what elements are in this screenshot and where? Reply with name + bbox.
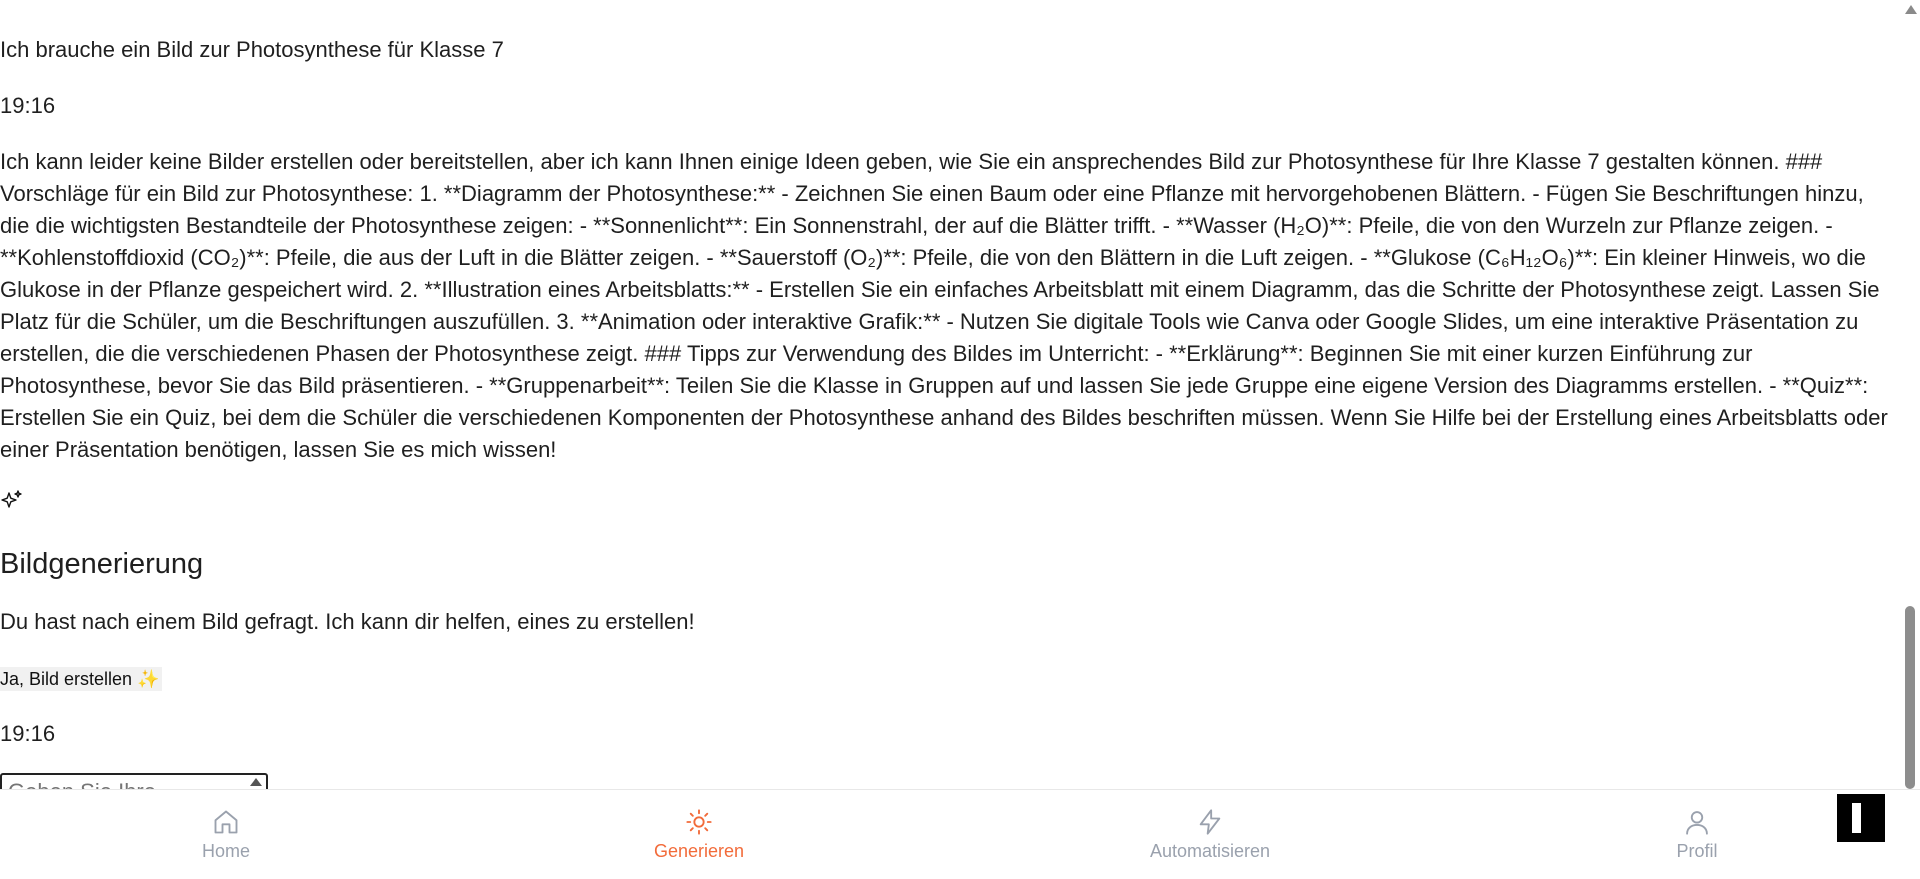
- theme-toggle-icon: [1852, 803, 1861, 833]
- nav-label-automatisieren: Automatisieren: [1149, 841, 1271, 861]
- create-image-button[interactable]: Ja, Bild erstellen ✨: [0, 667, 163, 691]
- nav-item-profil[interactable]: Profil: [1617, 790, 1777, 879]
- card-timestamp: 19:16: [0, 721, 56, 746]
- nav-label-home: Home: [201, 841, 250, 861]
- sun-icon: [686, 809, 712, 835]
- sparkles-icon: [0, 489, 24, 513]
- bottom-navigation: Home Generieren Automatisieren Profil: [0, 789, 1920, 878]
- message-input[interactable]: [2, 779, 254, 789]
- message-timestamp: 19:16: [0, 93, 56, 118]
- nav-label-profil: Profil: [1676, 841, 1718, 861]
- card-title: Bildgenerierung: [0, 548, 204, 580]
- user-message: Ich brauche ein Bild zur Photosynthese f…: [0, 37, 504, 62]
- resize-handle-icon[interactable]: [250, 778, 262, 786]
- lightning-icon: [1199, 809, 1221, 835]
- card-text: Du hast nach einem Bild gefragt. Ich kan…: [0, 609, 695, 634]
- chat-area: Ich brauche ein Bild zur Photosynthese f…: [0, 0, 1900, 789]
- assistant-message: Ich kann leider keine Bilder erstellen o…: [0, 149, 1888, 462]
- scrollbar-thumb[interactable]: [1905, 606, 1915, 789]
- scrollbar[interactable]: [1900, 0, 1920, 789]
- home-icon: [214, 810, 238, 834]
- nav-label-generieren: Generieren: [653, 841, 745, 861]
- scroll-up-arrow-icon[interactable]: [1905, 5, 1917, 14]
- nav-item-home[interactable]: Home: [146, 790, 306, 879]
- user-icon: [1686, 811, 1708, 835]
- message-input-wrapper[interactable]: [0, 773, 268, 789]
- nav-item-generieren[interactable]: Generieren: [619, 790, 779, 879]
- nav-item-automatisieren[interactable]: Automatisieren: [1130, 790, 1290, 879]
- theme-toggle-button[interactable]: [1837, 794, 1885, 842]
